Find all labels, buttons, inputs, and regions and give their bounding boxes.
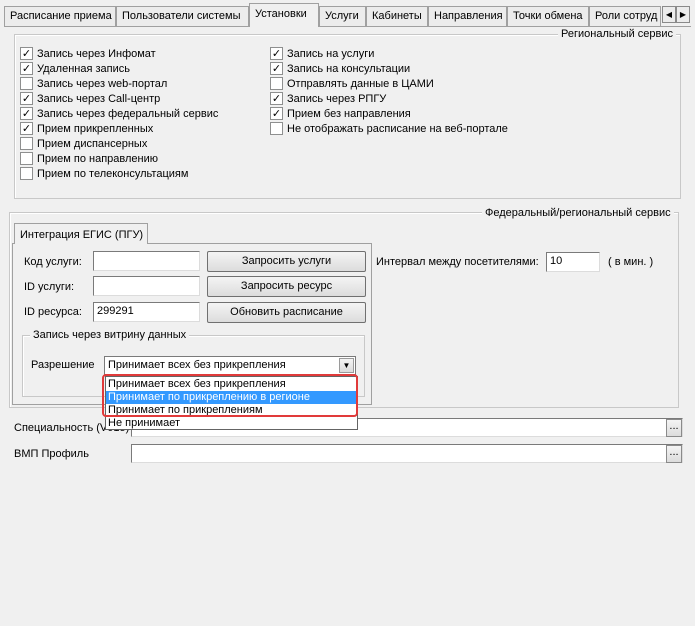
- service-code-input[interactable]: [93, 251, 200, 271]
- dropdown-option[interactable]: Не принимает: [106, 417, 357, 430]
- checkbox-label: Запись через федеральный сервис: [37, 107, 219, 120]
- arrow-left-icon: ◀: [665, 10, 673, 19]
- checkbox-consultations[interactable]: ✓ Запись на консультации: [270, 61, 410, 76]
- checkbox-box[interactable]: [270, 77, 283, 90]
- tab-label: Пользователи системы: [122, 10, 241, 22]
- checkbox-box[interactable]: ✓: [20, 107, 33, 120]
- specialty-lookup-button[interactable]: ...: [666, 419, 682, 437]
- checkbox-label: Отправлять данные в ЦАМИ: [287, 77, 434, 90]
- checkbox-hide-web-schedule[interactable]: Не отображать расписание на веб-портале: [270, 121, 508, 136]
- tab-settings[interactable]: Установки: [249, 3, 319, 27]
- checkbox-federal-service[interactable]: ✓ Запись через федеральный сервис: [20, 106, 218, 121]
- checkbox-box[interactable]: [20, 167, 33, 180]
- checkbox-box[interactable]: ✓: [270, 62, 283, 75]
- regional-left-checks: ✓ Запись через Инфомат ✓ Удаленная запись …: [20, 46, 260, 186]
- checkbox-label: Запись на консультации: [287, 62, 411, 75]
- checkbox-box[interactable]: [20, 77, 33, 90]
- checkbox-no-referral[interactable]: ✓ Прием без направления: [270, 106, 411, 121]
- checkbox-label: Прием по направлению: [37, 152, 159, 165]
- tab-services[interactable]: Услуги: [319, 6, 366, 26]
- tab-system-users[interactable]: Пользователи системы: [116, 6, 249, 26]
- tab-label: Интеграция ЕГИС (ПГУ): [20, 229, 144, 241]
- request-resource-button[interactable]: Запросить ресурс: [207, 276, 366, 297]
- regional-service-title: Региональный сервис: [558, 28, 676, 40]
- permission-select-value: Принимает всех без прикрепления: [108, 359, 286, 371]
- checkbox-box[interactable]: ✓: [270, 47, 283, 60]
- dropdown-option[interactable]: Принимает по прикреплениям: [106, 404, 357, 417]
- checkbox-call-center[interactable]: ✓ Запись через Call-центр: [20, 91, 160, 106]
- checkbox-box[interactable]: ✓: [20, 47, 33, 60]
- vmp-profile-input[interactable]: [131, 444, 683, 463]
- showcase-title: Запись через витрину данных: [30, 329, 190, 341]
- dropdown-option-selected[interactable]: Принимает по прикреплению в регионе: [106, 391, 357, 404]
- checkbox-box[interactable]: ✓: [270, 107, 283, 120]
- tab-schedule[interactable]: Расписание приема: [4, 6, 116, 26]
- tab-scroll-right-button[interactable]: ▶: [676, 6, 690, 23]
- tab-label: Кабинеты: [372, 10, 422, 22]
- request-services-button[interactable]: Запросить услуги: [207, 251, 366, 272]
- checkbox-label: Запись на услуги: [287, 47, 375, 60]
- checkbox-services[interactable]: ✓ Запись на услуги: [270, 46, 374, 61]
- checkbox-box[interactable]: ✓: [20, 62, 33, 75]
- update-schedule-button[interactable]: Обновить расписание: [207, 302, 366, 323]
- checkbox-label: Прием прикрепленных: [37, 122, 154, 135]
- checkbox-box[interactable]: ✓: [20, 122, 33, 135]
- regional-right-checks: ✓ Запись на услуги ✓ Запись на консультаци…: [270, 46, 570, 141]
- tab-exchange-points[interactable]: Точки обмена: [507, 6, 589, 26]
- checkbox-box[interactable]: ✓: [20, 92, 33, 105]
- checkbox-label: Прием диспансерных: [37, 137, 148, 150]
- checkbox-label: Не отображать расписание на веб-портале: [287, 122, 508, 135]
- checkbox-box[interactable]: [270, 122, 283, 135]
- checkbox-web-portal[interactable]: Запись через web-портал: [20, 76, 167, 91]
- checkbox-remote[interactable]: ✓ Удаленная запись: [20, 61, 130, 76]
- tab-label: Услуги: [325, 10, 359, 22]
- tab-label: Расписание приема: [10, 10, 112, 22]
- tab-egis-integration[interactable]: Интеграция ЕГИС (ПГУ): [14, 223, 148, 244]
- interval-input[interactable]: 10: [546, 252, 600, 272]
- chevron-down-icon[interactable]: ▼: [339, 358, 354, 373]
- checkbox-infomat[interactable]: ✓ Запись через Инфомат: [20, 46, 156, 61]
- checkbox-label: Запись через Call-центр: [37, 92, 161, 105]
- federal-service-title: Федеральный/региональный сервис: [482, 207, 674, 219]
- tab-label: Точки обмена: [513, 10, 583, 22]
- checkbox-label: Запись через РПГУ: [287, 92, 387, 105]
- checkbox-dispensary[interactable]: Прием диспансерных: [20, 136, 147, 151]
- checkbox-box[interactable]: ✓: [270, 92, 283, 105]
- permission-dropdown: Принимает всех без прикрепления Принимае…: [105, 376, 358, 430]
- dropdown-option[interactable]: Принимает всех без прикрепления: [106, 378, 357, 391]
- checkbox-box[interactable]: [20, 152, 33, 165]
- tab-staff-roles[interactable]: Роли сотруд: [589, 6, 661, 26]
- checkbox-attached[interactable]: ✓ Прием прикрепленных: [20, 121, 153, 136]
- checkbox-send-cami[interactable]: Отправлять данные в ЦАМИ: [270, 76, 434, 91]
- tab-label: Направления: [434, 10, 503, 22]
- checkbox-by-referral[interactable]: Прием по направлению: [20, 151, 158, 166]
- checkbox-label: Прием без направления: [287, 107, 411, 120]
- interval-unit-label: ( в мин. ): [608, 256, 654, 268]
- interval-label: Интервал между посетителями:: [376, 256, 539, 268]
- tab-cabinets[interactable]: Кабинеты: [366, 6, 428, 26]
- resource-id-input[interactable]: 299291: [93, 302, 200, 322]
- checkbox-label: Удаленная запись: [37, 62, 130, 75]
- resource-id-label: ID ресурса:: [24, 306, 82, 318]
- tab-label: Установки: [255, 8, 307, 20]
- permission-select[interactable]: Принимает всех без прикрепления ▼: [104, 356, 356, 375]
- vmp-profile-label: ВМП Профиль: [14, 448, 89, 460]
- tab-label: Роли сотруд: [595, 10, 658, 22]
- checkbox-rpgu[interactable]: ✓ Запись через РПГУ: [270, 91, 386, 106]
- checkbox-label: Запись через Инфомат: [37, 47, 156, 60]
- checkbox-label: Запись через web-портал: [37, 77, 168, 90]
- vmp-profile-lookup-button[interactable]: ...: [666, 445, 682, 463]
- tab-referrals[interactable]: Направления: [428, 6, 507, 26]
- tab-strip-border: [4, 26, 691, 27]
- checkbox-label: Прием по телеконсультациям: [37, 167, 189, 180]
- checkbox-teleconsult[interactable]: Прием по телеконсультациям: [20, 166, 188, 181]
- permission-label: Разрешение: [31, 359, 95, 371]
- service-id-label: ID услуги:: [24, 281, 75, 293]
- tab-scroll-left-button[interactable]: ◀: [662, 6, 676, 23]
- checkbox-box[interactable]: [20, 137, 33, 150]
- service-id-input[interactable]: [93, 276, 200, 296]
- service-code-label: Код услуги:: [24, 256, 82, 268]
- arrow-right-icon: ▶: [679, 10, 687, 19]
